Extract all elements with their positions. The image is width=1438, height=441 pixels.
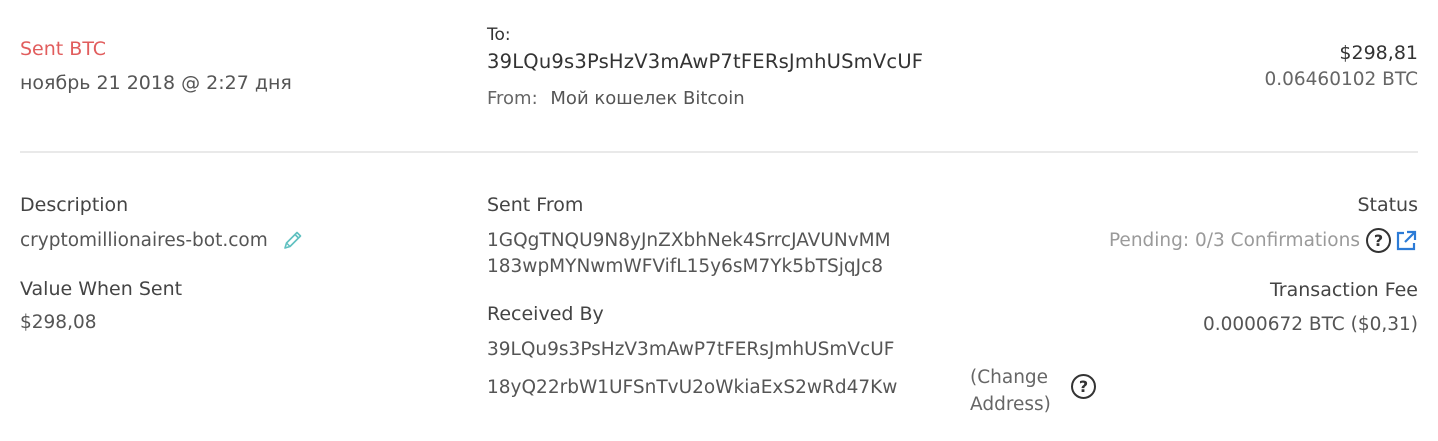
description-label: Description	[20, 194, 129, 216]
to-address[interactable]: 39LQu9s3PsHzV3mAwP7tFERsJmhUSmVcUF	[487, 50, 923, 73]
transaction-date: ноябрь 21 2018 @ 2:27 дня	[20, 72, 292, 94]
external-link-icon[interactable]	[1394, 229, 1418, 253]
sent-from-address[interactable]: 183wpMYNwmWFVifL15y6sM7Yk5bTSjqJc8	[487, 256, 883, 277]
received-by-label: Received By	[487, 303, 604, 325]
transaction-fee-label: Transaction Fee	[1269, 279, 1418, 301]
to-label: To:	[487, 25, 511, 45]
from-row: From: Мой кошелек Bitcoin	[487, 88, 745, 109]
sent-from-label: Sent From	[487, 194, 584, 216]
status-label: Status	[1357, 194, 1418, 216]
value-when-sent-label: Value When Sent	[20, 278, 183, 300]
divider	[20, 151, 1418, 153]
status-value: Pending: 0/3 Confirmations	[1108, 230, 1360, 251]
description-row: cryptomillionaires-bot.com	[20, 229, 304, 251]
sent-from-address[interactable]: 1GQgTNQU9N8yJnZXbhNek4SrrcJAVUNvMM	[487, 230, 891, 251]
received-by-address[interactable]: 39LQu9s3PsHzV3mAwP7tFERsJmhUSmVcUF	[487, 339, 894, 360]
amount-btc: 0.06460102 BTC	[1264, 69, 1418, 90]
amount-fiat: $298,81	[1339, 42, 1418, 64]
from-label: From:	[487, 88, 538, 109]
received-by-address[interactable]: 18yQ22rbW1UFSnTvU2oWkiaExS2wRd47Kw	[487, 377, 897, 398]
question-circle-icon[interactable]: ?	[1366, 228, 1391, 253]
description-value: cryptomillionaires-bot.com	[20, 229, 268, 251]
value-when-sent: $298,08	[20, 312, 97, 333]
change-address-note: (Change Address)	[970, 367, 1051, 415]
status-row: Pending: 0/3 Confirmations ?	[1109, 228, 1418, 253]
transaction-type: Sent BTC	[20, 38, 107, 60]
from-wallet: Мой кошелек Bitcoin	[550, 88, 745, 109]
transaction-fee-value: 0.0000672 BTC ($0,31)	[1202, 314, 1418, 335]
question-circle-icon[interactable]: ?	[1071, 374, 1096, 399]
pencil-icon[interactable]	[282, 229, 304, 251]
